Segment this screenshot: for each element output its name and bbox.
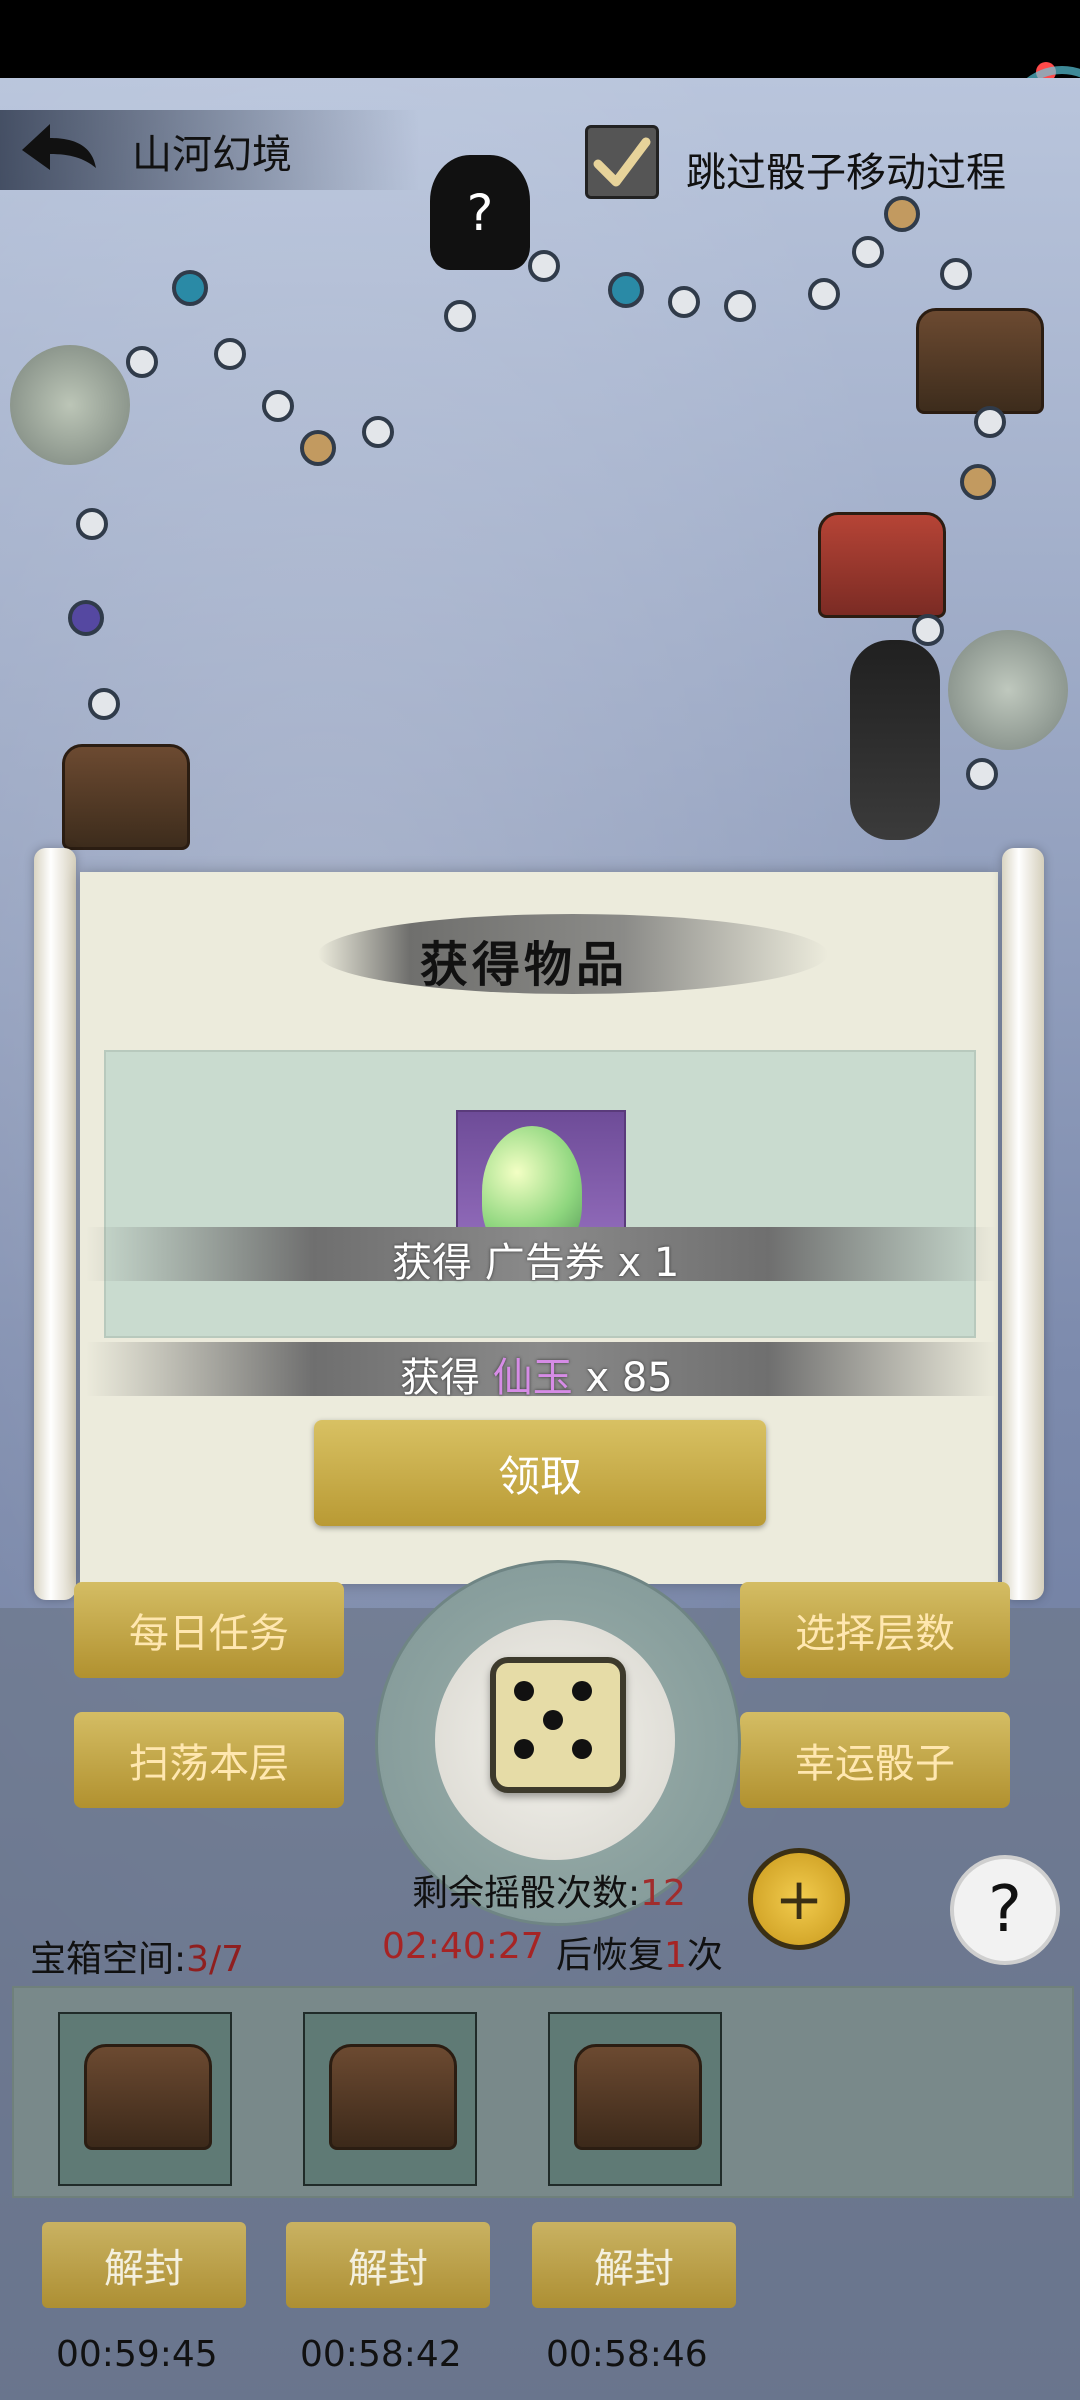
map-node	[528, 250, 560, 282]
map-node	[960, 464, 996, 500]
map-node	[940, 258, 972, 290]
mystery-character-icon: ?	[430, 155, 530, 270]
treasure-space: 宝箱空间:3/7	[30, 1930, 244, 1982]
question-mark-icon: ?	[988, 1873, 1022, 1947]
map-node	[852, 236, 884, 268]
help-button[interactable]: ?	[950, 1855, 1060, 1965]
plus-icon: +	[774, 1865, 824, 1933]
unseal-timer: 00:58:46	[546, 2334, 708, 2375]
chest-slot[interactable]	[548, 2012, 722, 2186]
dragon-icon	[948, 630, 1068, 750]
reward-ad-item: 广告券	[484, 1240, 605, 1286]
reward-jade-qty: x 85	[585, 1355, 673, 1401]
scroll-roller-left	[34, 848, 76, 1600]
dice-pip	[572, 1739, 592, 1759]
map-node	[884, 196, 920, 232]
reward-jade-item: 仙玉	[492, 1355, 573, 1401]
skip-dice-checkbox[interactable]	[585, 125, 659, 199]
chest-icon	[84, 2044, 212, 2150]
reward-jade-prefix: 获得	[400, 1355, 493, 1401]
reward-ad-qty: x 1	[617, 1240, 680, 1286]
map-node	[608, 272, 644, 308]
reward-ad-text: 获得 广告券 x 1	[392, 1230, 679, 1288]
dice-pip	[514, 1739, 534, 1759]
checkmark-icon	[593, 137, 651, 187]
select-floor-button[interactable]: 选择层数	[740, 1582, 1010, 1678]
map-node	[262, 390, 294, 422]
back-arrow-icon	[22, 124, 96, 170]
unseal-timer: 00:59:45	[56, 2334, 218, 2375]
chest-slot[interactable]	[303, 2012, 477, 2186]
dragon-icon	[10, 345, 130, 465]
page-title: 山河幻境	[132, 132, 292, 178]
map-node	[126, 346, 158, 378]
map-chest-icon[interactable]	[916, 308, 1044, 414]
recover-info: 后恢复1次	[556, 1926, 723, 1978]
map-node	[974, 406, 1006, 438]
unseal-button[interactable]: 解封	[42, 2222, 246, 2308]
warrior-figure-icon	[850, 640, 940, 840]
recover-timer: 02:40:27	[382, 1926, 544, 1967]
reward-ad-prefix: 获得	[392, 1240, 485, 1286]
remaining-label: 剩余摇骰次数:	[412, 1873, 641, 1914]
dice-pip	[543, 1710, 563, 1730]
map-node	[444, 300, 476, 332]
map-red-chest-icon[interactable]	[818, 512, 946, 618]
back-button[interactable]	[14, 118, 100, 182]
map-node	[966, 758, 998, 790]
add-rolls-button[interactable]: +	[748, 1848, 850, 1950]
dice-button[interactable]	[490, 1657, 626, 1793]
remaining-rolls: 剩余摇骰次数:12	[412, 1864, 686, 1916]
remaining-count: 12	[640, 1873, 686, 1914]
skip-dice-label: 跳过骰子移动过程	[686, 150, 1006, 196]
dice-pip	[514, 1681, 534, 1701]
recover-count: 1	[664, 1935, 687, 1976]
reward-jade-text: 获得 仙玉 x 85	[400, 1345, 673, 1403]
dice-pip	[572, 1681, 592, 1701]
chest-slot[interactable]	[58, 2012, 232, 2186]
map-node	[214, 338, 246, 370]
map-node	[724, 290, 756, 322]
claim-button[interactable]: 领取	[314, 1420, 766, 1526]
treasure-space-label: 宝箱空间:	[30, 1939, 187, 1980]
map-node	[668, 286, 700, 318]
unseal-button[interactable]: 解封	[286, 2222, 490, 2308]
daily-tasks-button[interactable]: 每日任务	[74, 1582, 344, 1678]
map-node	[88, 688, 120, 720]
chest-icon	[574, 2044, 702, 2150]
unseal-timer: 00:58:42	[300, 2334, 462, 2375]
map-node	[68, 600, 104, 636]
recover-prefix: 后恢复	[556, 1935, 665, 1976]
map-chest-icon[interactable]	[62, 744, 190, 850]
lucky-dice-button[interactable]: 幸运骰子	[740, 1712, 1010, 1808]
unseal-button[interactable]: 解封	[532, 2222, 736, 2308]
modal-title: 获得物品	[420, 937, 629, 993]
map-node	[362, 416, 394, 448]
chest-icon	[329, 2044, 457, 2150]
recover-suffix: 次	[686, 1935, 723, 1976]
treasure-space-value: 3/7	[186, 1939, 245, 1980]
status-bar	[0, 0, 1080, 78]
map-node	[300, 430, 336, 466]
sweep-floor-button[interactable]: 扫荡本层	[74, 1712, 344, 1808]
map-node	[172, 270, 208, 306]
scroll-roller-right	[1002, 848, 1044, 1600]
map-node	[76, 508, 108, 540]
map-node	[808, 278, 840, 310]
map-node	[912, 614, 944, 646]
